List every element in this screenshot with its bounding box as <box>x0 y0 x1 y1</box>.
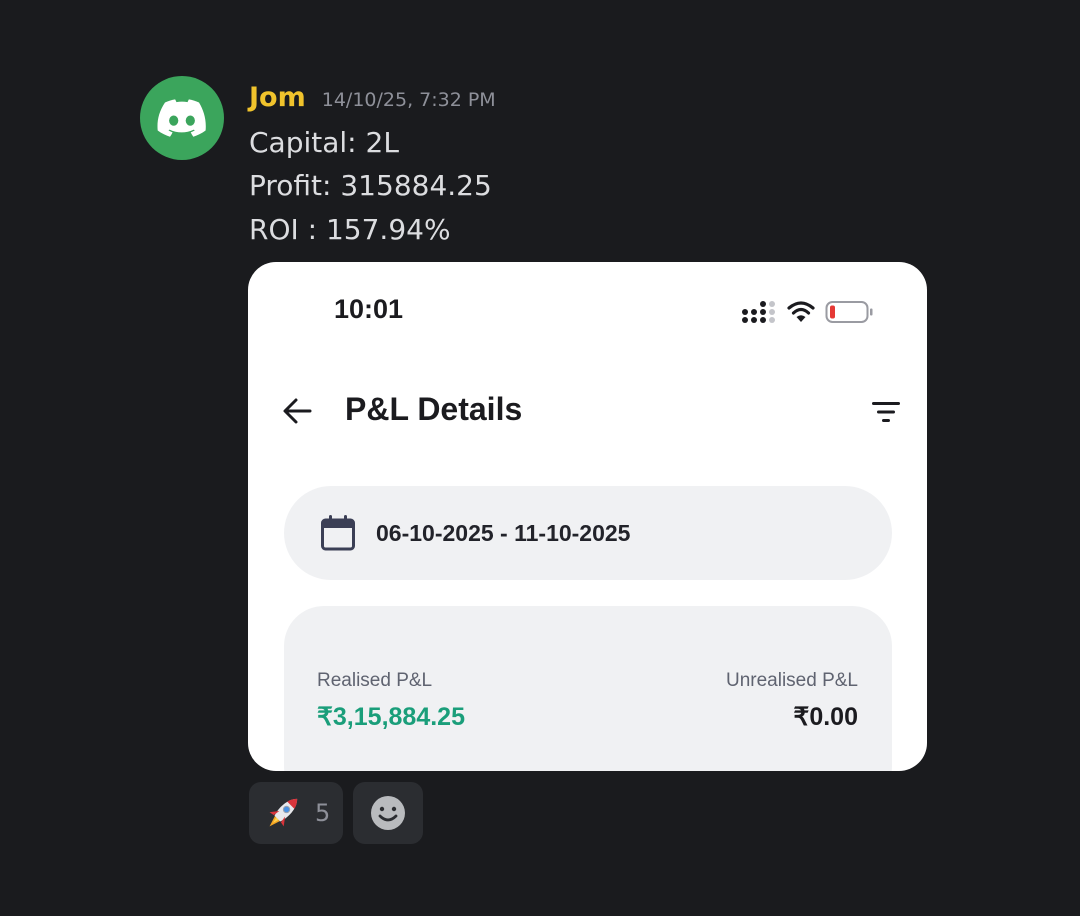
wifi-icon <box>787 301 815 322</box>
status-time: 10:01 <box>334 294 404 324</box>
attached-image[interactable]: 10:01 P&L Details 06-10-2025 - 11-10-202… <box>248 262 927 771</box>
back-arrow-icon[interactable] <box>280 394 314 428</box>
add-reaction-button[interactable] <box>353 782 423 844</box>
message-line-capital: Capital: 2L <box>249 126 399 159</box>
battery-icon <box>825 301 873 323</box>
date-range-picker[interactable]: 06-10-2025 - 11-10-2025 <box>284 486 892 580</box>
message-header: Jom 14/10/25, 7:32 PM <box>249 82 496 113</box>
status-icons <box>741 300 873 324</box>
pnl-summary-card: Realised P&L ₹3,15,884.25 Unrealised P&L… <box>284 606 892 771</box>
realised-pnl-label: Realised P&L <box>317 670 433 691</box>
signal-icon <box>742 301 775 323</box>
page-title: P&L Details <box>345 391 523 427</box>
realised-pnl-value: ₹3,15,884.25 <box>317 703 465 731</box>
date-range-text: 06-10-2025 - 11-10-2025 <box>376 519 631 546</box>
rocket-emoji-icon <box>269 798 298 827</box>
smiley-icon <box>371 796 405 830</box>
discord-logo-icon <box>157 99 206 137</box>
message-line-profit: Profit: 315884.25 <box>249 169 492 202</box>
username[interactable]: Jom <box>249 82 306 113</box>
message-timestamp: 14/10/25, 7:32 PM <box>321 89 496 111</box>
rocket-reaction-count: 5 <box>315 799 331 827</box>
rocket-reaction[interactable]: 5 <box>249 782 343 844</box>
avatar[interactable] <box>140 76 224 160</box>
calendar-icon <box>320 514 356 552</box>
filter-icon[interactable] <box>871 400 901 424</box>
unrealised-pnl-label: Unrealised P&L <box>725 670 858 691</box>
message-line-roi: ROI : 157.94% <box>249 213 451 246</box>
unrealised-pnl-value: ₹0.00 <box>793 703 858 731</box>
